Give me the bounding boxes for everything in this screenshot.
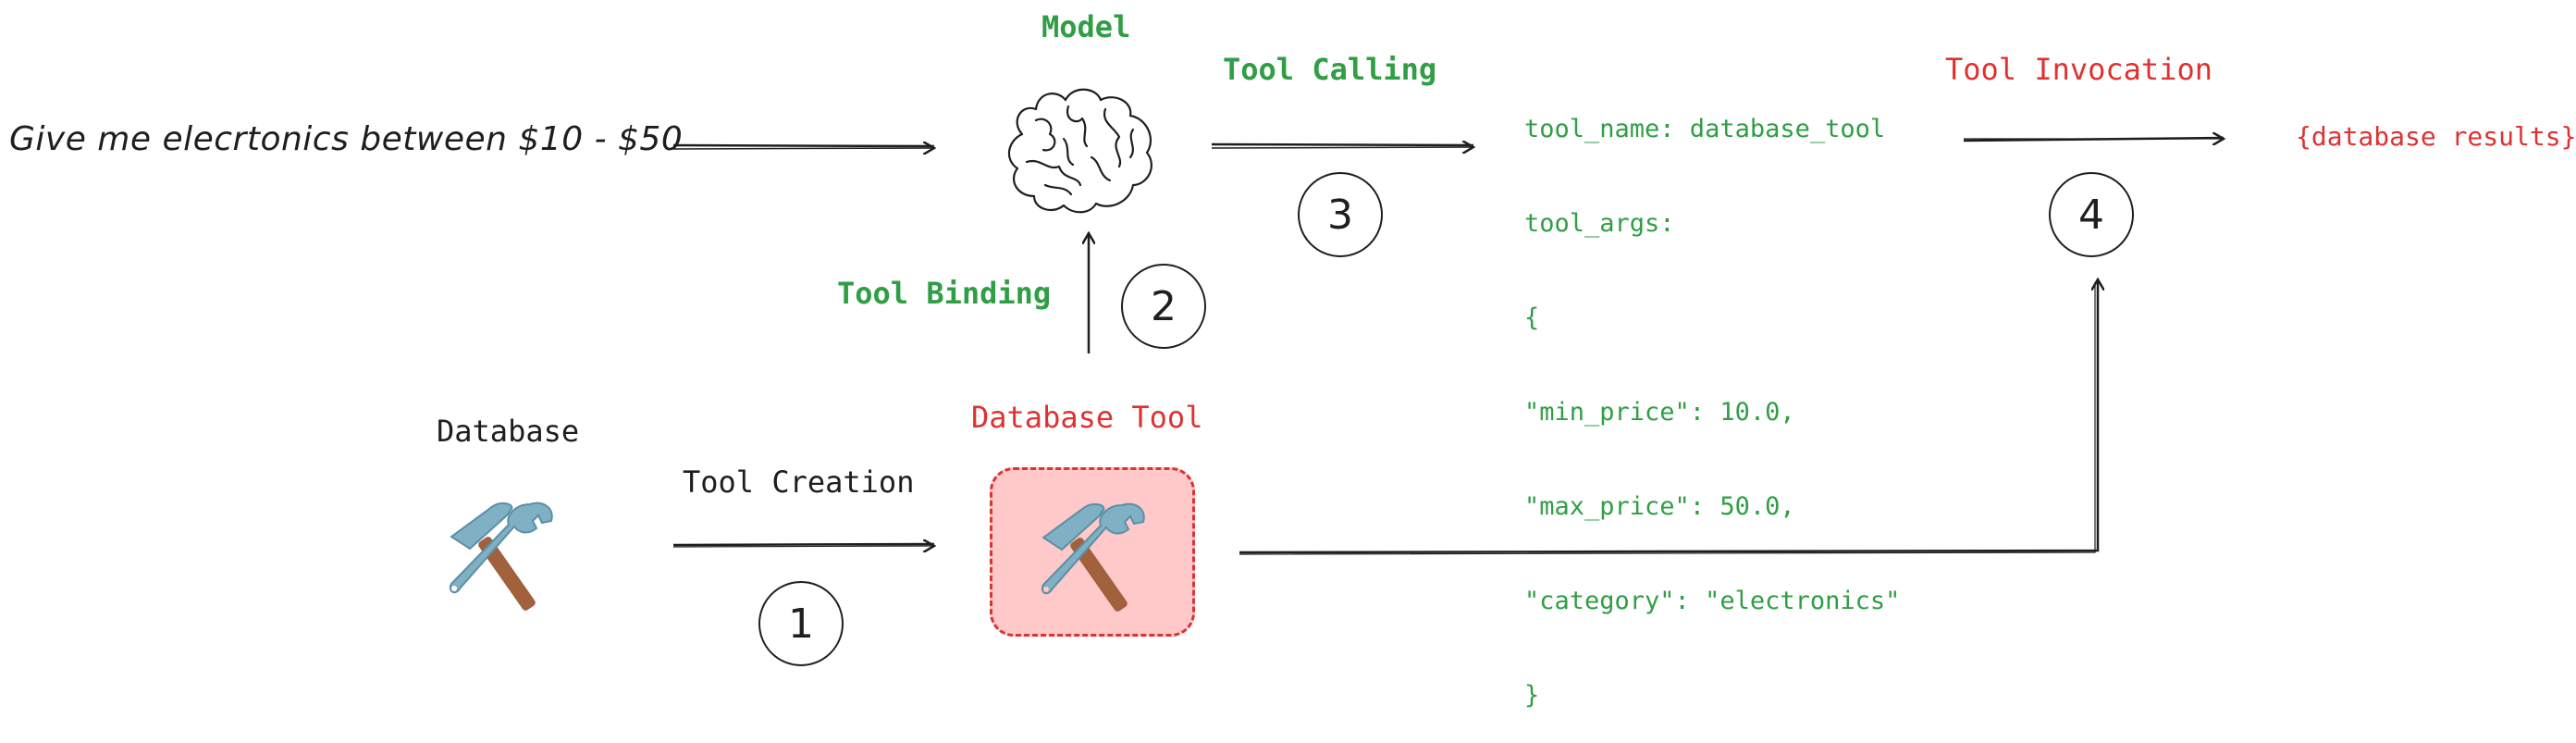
step-4-number: 4 xyxy=(2078,191,2104,239)
tool-calling-label: Tool Calling xyxy=(1223,52,1437,87)
code-line: tool_args: xyxy=(1524,209,1675,238)
step-2-badge: 2 xyxy=(1121,264,1206,349)
code-line: { xyxy=(1524,303,1540,332)
hammer-and-wrench-icon xyxy=(450,502,553,611)
database-tool-box xyxy=(990,467,1195,637)
arrow-tool-invocation xyxy=(1963,138,2224,141)
code-line: tool_name: database_tool xyxy=(1524,115,1886,143)
arrow-tool-creation xyxy=(672,544,934,547)
step-3-badge: 3 xyxy=(1298,172,1383,257)
hammer-and-wrench-icon xyxy=(1041,502,1145,612)
tool-invocation-label: Tool Invocation xyxy=(1945,52,2212,87)
arrow-query-to-model xyxy=(672,145,934,149)
code-line: } xyxy=(1524,681,1540,710)
database-results-text: {database results} xyxy=(2296,121,2576,152)
code-line: "min_price": 10.0, xyxy=(1524,398,1795,427)
database-label: Database xyxy=(437,414,580,449)
step-2-number: 2 xyxy=(1151,282,1177,330)
step-1-badge: 1 xyxy=(758,581,844,666)
step-3-number: 3 xyxy=(1327,191,1353,239)
tool-call-output: tool_name: database_tool tool_args: { "m… xyxy=(1524,51,1900,743)
brain-icon xyxy=(1007,88,1152,214)
step-1-number: 1 xyxy=(788,600,814,648)
user-query-text: Give me elecrtonics between $10 - $50 xyxy=(9,120,684,158)
model-label: Model xyxy=(1041,9,1131,44)
connectors-layer xyxy=(672,88,2576,555)
step-4-badge: 4 xyxy=(2049,172,2134,257)
database-tool-label: Database Tool xyxy=(971,400,1203,435)
code-line: "max_price": 50.0, xyxy=(1524,492,1795,521)
code-line: "category": "electronics" xyxy=(1524,587,1901,615)
tool-creation-label: Tool Creation xyxy=(683,464,915,500)
tool-binding-label: Tool Binding xyxy=(837,276,1052,311)
arrow-tool-calling xyxy=(1211,144,1473,148)
